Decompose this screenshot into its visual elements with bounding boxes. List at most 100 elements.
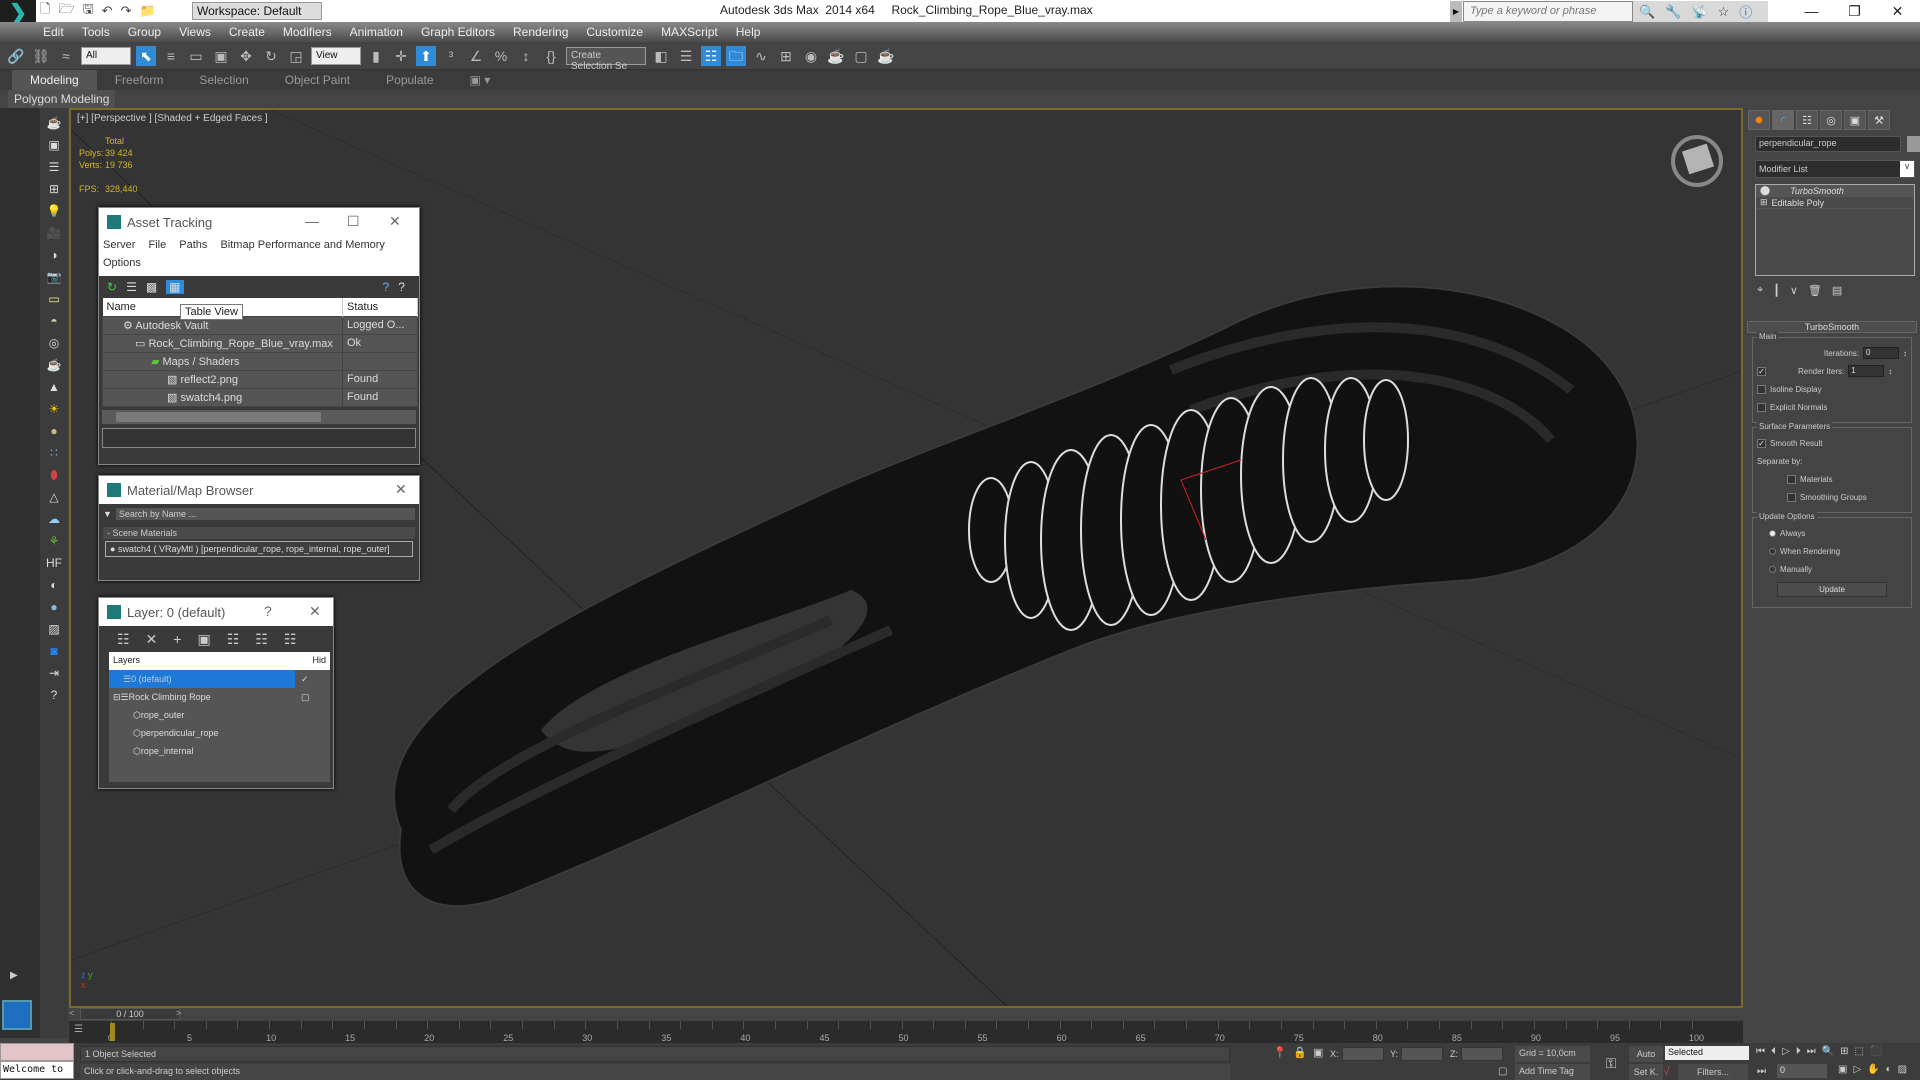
menu-views[interactable]: Views (170, 22, 220, 42)
menu-help[interactable]: Help (727, 22, 770, 42)
wrench-icon[interactable]: 🔧 (1665, 4, 1681, 20)
help-icon[interactable]: ? (383, 280, 390, 294)
menu-create[interactable]: Create (220, 22, 274, 42)
menu-tools[interactable]: Tools (73, 22, 119, 42)
key-mode-toggle-icon[interactable]: ⏭ (1757, 1066, 1766, 1077)
ribbon-options-icon[interactable]: ▣ ▾ (452, 70, 509, 90)
always-radio[interactable] (1769, 529, 1776, 537)
scene-materials-group[interactable]: - Scene Materials (103, 527, 415, 539)
sun-icon[interactable]: ☀ (45, 400, 63, 418)
layer-explorer-titlebar[interactable]: Layer: 0 (default) ? ✕ (99, 598, 333, 626)
maximize-button[interactable]: ☐ (347, 213, 360, 230)
menu-modifiers[interactable]: Modifiers (274, 22, 341, 42)
isolate-selection-icon[interactable]: 📍 (1273, 1046, 1287, 1059)
mini-curve-editor-icon[interactable]: ☰ (74, 1024, 83, 1035)
previous-frame-icon[interactable]: ⏴ (1771, 1046, 1776, 1057)
menu-customize[interactable]: Customize (577, 22, 652, 42)
toggle-icon[interactable]: ◙ (45, 642, 63, 660)
plane-icon[interactable]: ▭ (45, 290, 63, 308)
material-item[interactable]: ● swatch4 ( VRayMtl ) [perpendicular_rop… (105, 541, 413, 557)
delete-layer-icon[interactable]: ✕ (146, 631, 158, 648)
key-filters-button[interactable]: Filters... (1678, 1064, 1748, 1080)
menu-options[interactable]: Options (103, 257, 141, 269)
undo-icon[interactable]: ↶ (102, 3, 113, 19)
material-search-input[interactable]: Search by Name ... (115, 508, 415, 520)
named-selection-dropdown[interactable]: Create Selection Se (566, 46, 646, 72)
select-object-icon[interactable]: ⬉ (136, 45, 156, 66)
layer-row[interactable]: ⊟ ☰ Rock Climbing Rope ▢ (109, 688, 330, 706)
ribbon-tab-selection[interactable]: Selection (181, 70, 266, 90)
smooth-result-checkbox[interactable]: ✓ (1757, 438, 1766, 448)
camera-target-icon[interactable]: ◑ (45, 246, 63, 264)
remove-modifier-icon[interactable]: 🗑 (1808, 284, 1822, 297)
bind-space-warp-icon[interactable]: ≈ (56, 46, 76, 66)
menu-edit[interactable]: Edit (34, 22, 73, 42)
expand-icon[interactable]: ⊞ (1760, 197, 1768, 208)
infocenter-search-input[interactable]: Type a keyword or phrase (1463, 1, 1633, 22)
object-color-swatch[interactable] (1907, 136, 1920, 152)
when-rendering-radio[interactable] (1769, 547, 1776, 555)
add-to-layer-icon[interactable]: + (173, 631, 181, 647)
snaps-toggle-icon[interactable]: ³ (441, 46, 461, 66)
capsule-icon[interactable]: ⬮ (45, 466, 63, 484)
layer-row[interactable]: ☰ 0 (default) ✓ (109, 670, 309, 688)
materials-checkbox[interactable] (1787, 474, 1796, 484)
next-frame-icon[interactable]: ⏵ (1796, 1046, 1801, 1057)
angle-snap-icon[interactable]: ∠ (466, 46, 486, 66)
render-iters-checkbox[interactable]: ✓ (1757, 366, 1766, 376)
iterations-spinner[interactable]: 0 (1863, 347, 1899, 359)
search-expand-icon[interactable]: ▶ (1450, 1, 1462, 22)
listener-output-field[interactable]: Welcome to (0, 1061, 74, 1079)
table-row[interactable]: ⚙ Autodesk Vault Logged O... (102, 315, 418, 335)
edit-named-selection-icon[interactable]: {} (541, 46, 561, 66)
minimize-button[interactable]: — (1790, 0, 1833, 22)
percent-snap-icon[interactable]: % (491, 46, 511, 66)
mirror-icon[interactable]: ◧ (651, 46, 671, 66)
window-crossing-icon[interactable]: ▣ (211, 46, 231, 66)
render-iters-spinner[interactable]: 1 (1848, 365, 1885, 377)
column-status[interactable]: Status (342, 298, 418, 316)
tab-utilities-icon[interactable]: ⚒ (1868, 110, 1890, 130)
polygon-modeling-panel[interactable]: Polygon Modeling (8, 90, 116, 108)
material-sphere-icon[interactable]: ● (45, 598, 63, 616)
prev-frame-arrow-icon[interactable]: < (69, 1008, 74, 1018)
save-icon[interactable]: 🖫 (83, 0, 94, 22)
select-objects-icon[interactable]: ▣ (197, 631, 210, 648)
menu-maxscript[interactable]: MAXScript (652, 22, 727, 42)
close-button[interactable]: ✕ (1876, 0, 1919, 22)
refresh-icon[interactable]: ↻ (107, 280, 117, 294)
stack-item-editable-poly[interactable]: ⊞ Editable Poly (1756, 197, 1914, 209)
tab-display-icon[interactable]: ▣ (1844, 110, 1866, 130)
zoom-extents-icon[interactable]: ⬚ (1855, 1046, 1864, 1057)
time-slider-thumb[interactable]: 0 / 100 (80, 1008, 180, 1020)
rotate-icon[interactable]: ↻ (261, 46, 281, 66)
collapse-icon[interactable]: ⊟ (113, 692, 121, 703)
bitmap-icon[interactable]: ▨ (45, 620, 63, 638)
link-icon[interactable]: 🔗 (6, 46, 26, 66)
star-icon[interactable]: ☆ (1718, 4, 1730, 20)
manually-radio[interactable] (1769, 565, 1776, 573)
cone-icon[interactable]: ▲ (45, 378, 63, 396)
time-tag-icon[interactable]: ▢ (1498, 1066, 1507, 1077)
go-to-start-icon[interactable]: ⏮ (1756, 1046, 1765, 1057)
open-file-icon[interactable]: 🗁 (58, 0, 74, 22)
current-frame-field[interactable]: 0 (1777, 1064, 1827, 1078)
grid-object-icon[interactable]: ∷ (45, 444, 63, 462)
project-folder-icon[interactable]: 📁 (139, 3, 155, 19)
orbit-icon[interactable]: ◐ (1886, 1064, 1892, 1075)
menu-rendering[interactable]: Rendering (504, 22, 577, 42)
update-button[interactable]: Update (1777, 582, 1887, 597)
rect-selection-icon[interactable]: ▭ (186, 46, 206, 66)
vray-fur-icon[interactable]: ☕ (45, 356, 63, 374)
pan-view-icon[interactable]: ▷ (1853, 1064, 1861, 1075)
restore-button[interactable]: ❐ (1833, 0, 1876, 22)
panel-icon[interactable]: ☰ (45, 158, 63, 176)
viewcube[interactable] (1671, 135, 1723, 187)
material-editor-icon[interactable]: ◉ (801, 46, 821, 66)
zoom-icon[interactable]: 🔍 (1822, 1046, 1834, 1057)
modifier-list-dropdown[interactable]: Modifier List ∨ (1755, 160, 1915, 178)
pivot-center-icon[interactable]: ▮ (366, 46, 386, 66)
time-slider-track[interactable] (69, 1008, 1743, 1020)
table-row[interactable]: ▧ swatch4.png Found (102, 387, 418, 407)
close-button[interactable]: ✕ (389, 213, 401, 230)
